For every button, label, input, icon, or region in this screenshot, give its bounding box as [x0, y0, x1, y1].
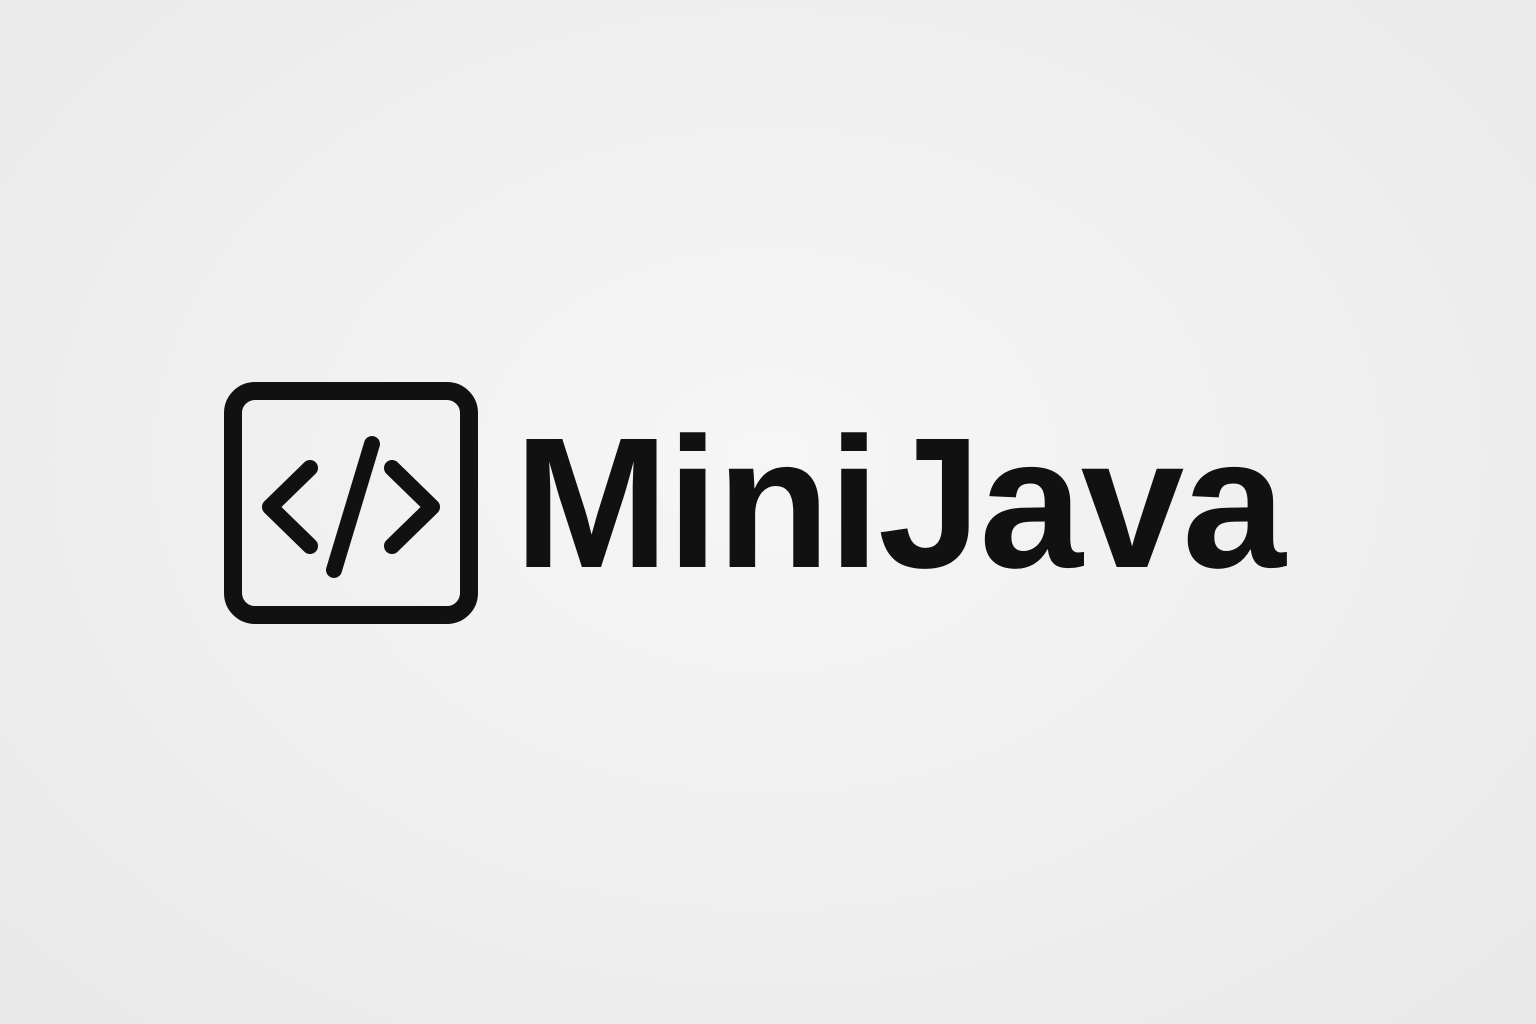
forward-slash	[326, 436, 380, 578]
code-brackets-icon	[222, 380, 480, 626]
left-angle-bracket	[262, 460, 318, 554]
brand-name: MiniJava	[514, 400, 1286, 607]
logo: MiniJava	[222, 380, 1286, 626]
right-angle-bracket	[384, 460, 440, 554]
